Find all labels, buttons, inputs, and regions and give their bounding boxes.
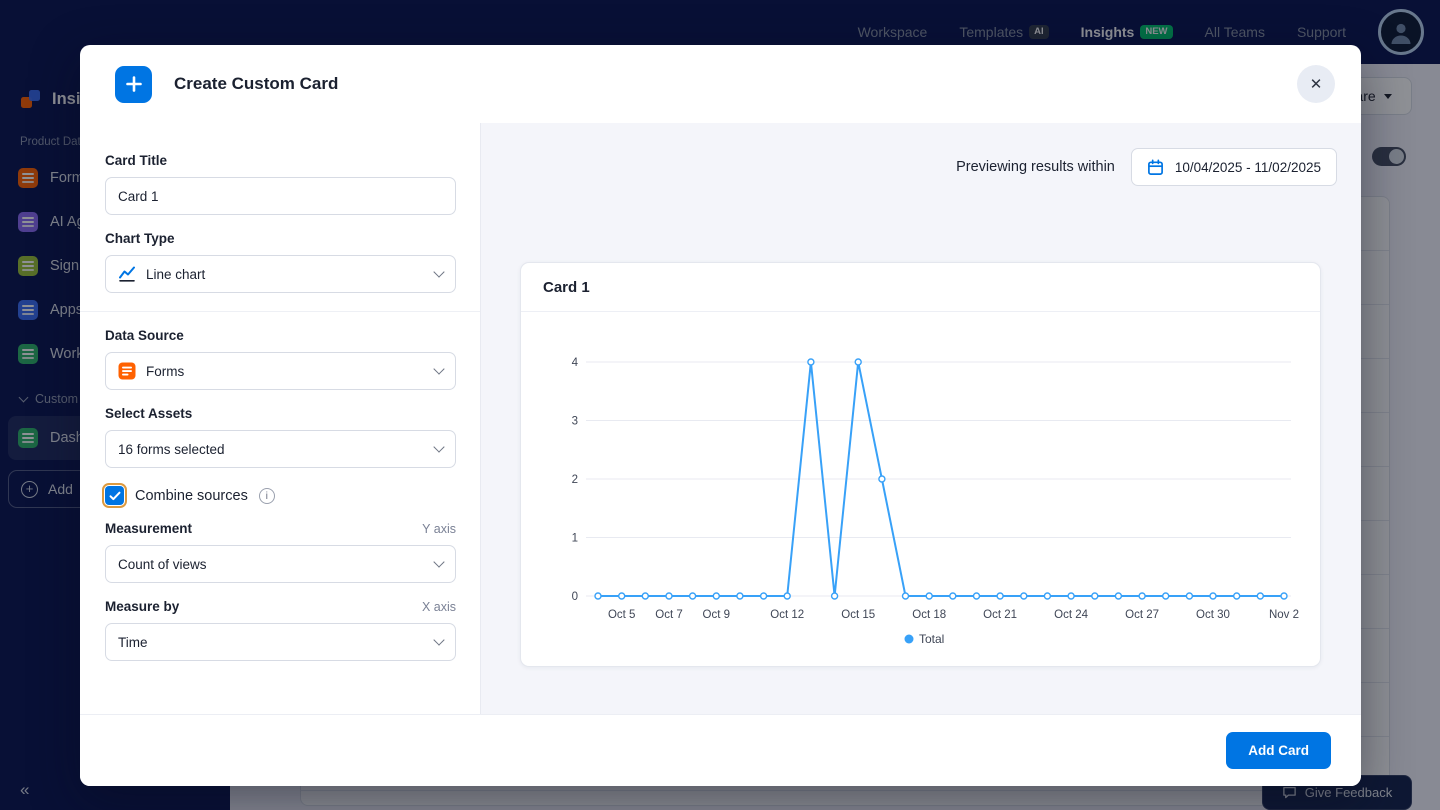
check-icon xyxy=(109,491,121,501)
combine-sources-label: Combine sources xyxy=(135,488,248,504)
combine-sources-row: Combine sources i xyxy=(105,486,456,505)
chart-type-label: Chart Type xyxy=(105,231,456,246)
preview-date-row: Previewing results within 10/04/2025 - 1… xyxy=(956,148,1337,186)
forms-icon xyxy=(118,362,136,380)
svg-text:Oct 15: Oct 15 xyxy=(841,609,875,621)
date-range-picker[interactable]: 10/04/2025 - 11/02/2025 xyxy=(1131,148,1337,186)
svg-text:Oct 5: Oct 5 xyxy=(608,609,635,621)
modal-footer: Add Card xyxy=(80,714,1361,786)
measure-by-label-row: Measure by X axis xyxy=(105,599,456,614)
chevron-down-icon xyxy=(433,363,444,374)
preview-card-title: Card 1 xyxy=(521,263,1320,312)
svg-text:4: 4 xyxy=(572,357,579,369)
chevron-down-icon xyxy=(433,441,444,452)
section-divider xyxy=(80,311,480,312)
info-icon[interactable]: i xyxy=(259,488,275,504)
svg-text:Oct 27: Oct 27 xyxy=(1125,609,1159,621)
svg-text:Oct 18: Oct 18 xyxy=(912,609,946,621)
card-title-input[interactable] xyxy=(105,177,456,215)
measurement-value: Count of views xyxy=(118,557,207,572)
y-axis-hint: Y axis xyxy=(422,522,456,536)
svg-text:Oct 12: Oct 12 xyxy=(770,609,804,621)
select-assets-value: 16 forms selected xyxy=(118,442,225,457)
combine-sources-checkbox[interactable] xyxy=(105,486,124,505)
create-card-plus-icon xyxy=(115,66,152,103)
data-source-value: Forms xyxy=(146,364,184,379)
chart-type-dropdown[interactable]: Line chart xyxy=(105,255,456,293)
svg-text:Oct 30: Oct 30 xyxy=(1196,609,1230,621)
svg-text:Oct 24: Oct 24 xyxy=(1054,609,1088,621)
svg-text:3: 3 xyxy=(572,416,578,428)
svg-text:Nov 2: Nov 2 xyxy=(1269,609,1299,621)
measurement-label: Measurement xyxy=(105,521,192,536)
add-card-button[interactable]: Add Card xyxy=(1226,732,1331,769)
date-range-value: 10/04/2025 - 11/02/2025 xyxy=(1175,160,1321,175)
select-assets-dropdown[interactable]: 16 forms selected xyxy=(105,430,456,468)
close-icon: ✕ xyxy=(1310,75,1323,93)
screen: WorkspaceTemplatesAIInsightsNEWAll Teams… xyxy=(0,0,1440,810)
card-title-label: Card Title xyxy=(105,153,456,168)
preview-panel: Previewing results within 10/04/2025 - 1… xyxy=(481,123,1361,714)
data-source-label: Data Source xyxy=(105,328,456,343)
chevron-down-icon xyxy=(433,634,444,645)
previewing-results-label: Previewing results within xyxy=(956,159,1115,175)
data-source-dropdown[interactable]: Forms xyxy=(105,352,456,390)
chevron-down-icon xyxy=(433,266,444,277)
measurement-dropdown[interactable]: Count of views xyxy=(105,545,456,583)
modal-header: Create Custom Card ✕ xyxy=(80,45,1361,123)
measurement-label-row: Measurement Y axis xyxy=(105,521,456,536)
svg-text:2: 2 xyxy=(572,474,578,486)
chart-container: 4 3 2 1 0 Oct 5 Oct 7 Oct 9 Oct 12 Oct 15 Oct 18 Oc… xyxy=(521,312,1320,663)
x-axis-hint: X axis xyxy=(422,600,456,614)
calendar-icon xyxy=(1147,159,1164,176)
select-assets-label: Select Assets xyxy=(105,406,456,421)
svg-text:Oct 21: Oct 21 xyxy=(983,609,1017,621)
preview-chart-svg: 4 3 2 1 0 Oct 5 Oct 7 Oct 9 Oct 12 Oct 15 Oct 18 Oc… xyxy=(541,318,1302,658)
svg-text:Oct 9: Oct 9 xyxy=(703,609,730,621)
svg-text:Total: Total xyxy=(919,632,944,646)
svg-text:1: 1 xyxy=(572,533,578,545)
modal-body: Card Title Chart Type Line chart Data So… xyxy=(80,123,1361,714)
svg-text:Oct 7: Oct 7 xyxy=(655,609,682,621)
preview-card: Card 1 4 3 2 1 0 Oct 5 Oct 7 Oct 9 Oct 12 Oct 15 O… xyxy=(520,262,1321,667)
chart-type-value: Line chart xyxy=(146,267,205,282)
svg-text:0: 0 xyxy=(572,591,578,603)
measure-by-value: Time xyxy=(118,635,148,650)
chevron-down-icon xyxy=(433,556,444,567)
measure-by-dropdown[interactable]: Time xyxy=(105,623,456,661)
create-custom-card-modal: Create Custom Card ✕ Card Title Chart Ty… xyxy=(80,45,1361,786)
measure-by-label: Measure by xyxy=(105,599,179,614)
card-settings-form: Card Title Chart Type Line chart Data So… xyxy=(80,123,481,714)
modal-title: Create Custom Card xyxy=(174,74,338,94)
close-modal-button[interactable]: ✕ xyxy=(1297,65,1335,103)
line-chart-icon xyxy=(118,265,136,283)
